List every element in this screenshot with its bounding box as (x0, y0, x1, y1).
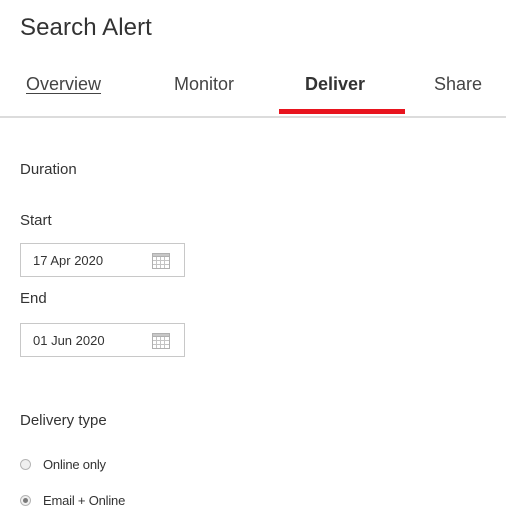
tab-deliver[interactable]: Deliver (305, 74, 365, 95)
tab-monitor[interactable]: Monitor (174, 74, 234, 95)
duration-heading: Duration (20, 161, 77, 178)
radio-label: Email + Online (43, 492, 126, 508)
start-date-value: 17 Apr 2020 (33, 253, 104, 268)
delivery-option-online-only[interactable]: Online only (20, 454, 106, 474)
calendar-icon[interactable] (152, 252, 170, 269)
tab-overview[interactable]: Overview (26, 74, 101, 95)
start-label: Start (20, 212, 52, 229)
end-date-value: 01 Jun 2020 (33, 333, 105, 348)
delivery-option-email-online[interactable]: Email + Online (20, 490, 125, 510)
radio-button-selected[interactable] (20, 494, 31, 506)
search-alert-panel: Search Alert Overview Monitor Deliver Sh… (0, 0, 506, 524)
end-label: End (20, 290, 47, 307)
delivery-type-heading: Delivery type (20, 412, 107, 429)
tab-bar: Overview Monitor Deliver Share (0, 70, 506, 118)
calendar-icon[interactable] (152, 332, 170, 349)
end-date-field[interactable]: 01 Jun 2020 (20, 323, 185, 357)
active-tab-indicator (279, 109, 405, 114)
radio-button[interactable] (20, 458, 31, 470)
tab-share[interactable]: Share (434, 74, 482, 95)
start-date-field[interactable]: 17 Apr 2020 (20, 243, 185, 277)
radio-label: Online only (43, 456, 106, 472)
page-title: Search Alert (20, 14, 152, 41)
